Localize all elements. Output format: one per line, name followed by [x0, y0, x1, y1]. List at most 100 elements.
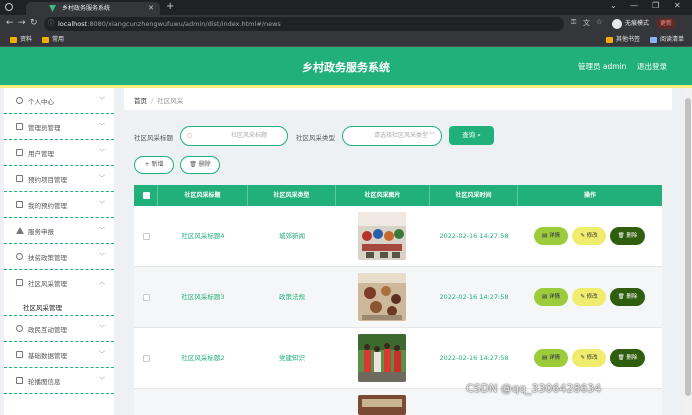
- chevron-down-icon: ﹀: [99, 325, 106, 332]
- bookmark-folder-other[interactable]: 其他书签: [606, 36, 640, 44]
- key-icon[interactable]: ⚿: [571, 18, 576, 27]
- sliders-icon: [16, 149, 23, 156]
- delete-button-label: 删除: [626, 233, 638, 239]
- sidebar-subitem-community-manage[interactable]: 社区风采管理: [4, 296, 114, 316]
- sidebar-item-my-appointments[interactable]: 我的预约管理 ﹀: [4, 192, 114, 218]
- cell-title: 社区风采标题4: [181, 232, 225, 240]
- reload-icon[interactable]: ↻: [30, 18, 38, 28]
- delete-button[interactable]: 🗑 删除: [610, 227, 645, 245]
- column-header-title: 社区风采标题: [158, 185, 248, 206]
- detail-button-label: 详情: [548, 355, 560, 361]
- row-checkbox[interactable]: [143, 294, 150, 301]
- logout-link[interactable]: 退出登录: [637, 61, 667, 72]
- delete-button[interactable]: 🗑 删除: [610, 288, 645, 306]
- cell-type: 党建知识: [279, 354, 305, 362]
- breadcrumb: 首页 / 社区风采: [134, 95, 183, 105]
- column-header-time: 社区风采时间: [430, 185, 518, 206]
- batch-delete-button[interactable]: 🗑 删除: [180, 156, 220, 174]
- chevron-down-icon: ﹀: [99, 97, 106, 104]
- community-photo: [358, 395, 406, 415]
- sidebar-item-admins[interactable]: 管理员管理 ﹀: [4, 114, 114, 140]
- sidebar-item-label: 个人中心: [28, 98, 54, 106]
- chevron-down-icon: ﹀: [99, 175, 106, 182]
- detail-button-label: 详情: [548, 233, 560, 239]
- bookmark-label: 其他书签: [616, 36, 641, 43]
- delete-button-label: 删除: [626, 355, 638, 361]
- sidebar-item-label: 扶贫政策管理: [28, 254, 67, 262]
- breadcrumb-separator: /: [151, 97, 154, 105]
- community-photo: [358, 212, 406, 260]
- forward-icon[interactable]: →: [18, 18, 26, 28]
- detail-button[interactable]: ▤ 详情: [534, 349, 568, 367]
- sidebar: 个人中心 ﹀ 管理员管理 ﹀ 用户管理 ﹀ 预约项目管理 ﹀ 我的预约管理 ﹀ 服务申报 ﹀…: [4, 88, 114, 415]
- sidebar-item-carousel[interactable]: 轮播图信息 ﹀: [4, 368, 114, 394]
- minimize-icon[interactable]: —: [630, 1, 638, 10]
- url-field[interactable]: ⓘ localhost:8080/xiangcunzhengwufuwu/adm…: [44, 17, 564, 31]
- chevron-down-icon: ﹀: [99, 227, 106, 234]
- close-window-icon[interactable]: ✕: [674, 1, 681, 10]
- sidebar-item-label: 轮播图信息: [28, 378, 61, 386]
- bookmarks-bar: 资料 常用 其他书签 阅读清单: [0, 33, 692, 47]
- document-icon: [16, 377, 23, 384]
- bookmark-label: 阅读清单: [660, 36, 685, 43]
- sidebar-item-profile[interactable]: 个人中心 ﹀: [4, 88, 114, 114]
- sidebar-item-appointment-projects[interactable]: 预约项目管理 ﹀: [4, 166, 114, 192]
- back-icon[interactable]: ←: [6, 18, 14, 28]
- type-select[interactable]: 请选择社区风采类型 ﹀: [342, 126, 442, 146]
- tab-search-icon[interactable]: ⌄: [610, 1, 617, 10]
- detail-button[interactable]: ▤ 详情: [534, 227, 568, 245]
- edit-button-label: 修改: [586, 355, 598, 361]
- page-scrollbar[interactable]: [684, 88, 692, 415]
- star-icon[interactable]: ☆: [596, 18, 602, 26]
- user-label: 管理员 admin: [578, 62, 627, 71]
- query-button[interactable]: 查询 ⌕: [449, 126, 494, 145]
- document-icon: ▤: [542, 294, 549, 300]
- info-icon[interactable]: ⓘ: [48, 17, 54, 31]
- incognito-icon: [612, 18, 622, 29]
- edit-button[interactable]: ✎ 修改: [572, 288, 606, 306]
- sidebar-item-users[interactable]: 用户管理 ﹀: [4, 140, 114, 166]
- sidebar-item-base-data[interactable]: 基础数据管理 ﹀: [4, 342, 114, 368]
- detail-button[interactable]: ▤ 详情: [534, 288, 568, 306]
- edit-button[interactable]: ✎ 修改: [572, 349, 606, 367]
- detail-button-label: 详情: [548, 294, 560, 300]
- browser-tab[interactable]: 乡村政务服务系统 ✕: [26, 2, 160, 15]
- select-all-checkbox[interactable]: [143, 192, 150, 199]
- sidebar-item-poverty-policy[interactable]: 扶贫政策管理 ﹀: [4, 244, 114, 270]
- browser-tab-title: 乡村政务服务系统: [62, 5, 111, 12]
- vue-favicon-icon: [49, 5, 56, 12]
- delete-button[interactable]: 🗑 删除: [610, 349, 645, 367]
- url-host: localhost: [58, 20, 88, 28]
- search-icon: ⌕: [477, 131, 481, 139]
- scrollbar-thumb[interactable]: [685, 98, 691, 396]
- translate-icon[interactable]: 文: [583, 18, 590, 28]
- chevron-up-icon: ︿: [99, 279, 106, 286]
- sidebar-item-community[interactable]: 社区风采管理 ︿: [4, 270, 114, 296]
- browser-menu-icon[interactable]: [5, 3, 13, 11]
- update-button[interactable]: 更新: [656, 18, 677, 29]
- column-header-actions: 操作: [583, 192, 596, 199]
- breadcrumb-home[interactable]: 首页: [134, 97, 147, 105]
- reading-list[interactable]: 阅读清单: [650, 36, 684, 44]
- trash-icon: 🗑: [189, 161, 199, 168]
- bookmark-folder[interactable]: 资料: [10, 36, 32, 44]
- title-search-input[interactable]: ○ 社区风采标题: [180, 126, 288, 146]
- row-checkbox[interactable]: [143, 355, 150, 362]
- sidebar-item-interaction[interactable]: 政民互动管理 ﹀: [4, 316, 114, 342]
- query-button-label: 查询: [462, 131, 476, 139]
- cell-type: 城郊新闻: [279, 232, 305, 240]
- row-checkbox[interactable]: [143, 233, 150, 240]
- restore-icon[interactable]: ❐: [652, 1, 659, 10]
- sidebar-item-service-declare[interactable]: 服务申报 ﹀: [4, 218, 114, 244]
- csdn-watermark: CSDN @qq_3306428634: [466, 382, 602, 395]
- edit-button[interactable]: ✎ 修改: [572, 227, 606, 245]
- chevron-down-icon: ﹀: [99, 253, 106, 260]
- sidebar-item-label: 我的预约管理: [28, 202, 67, 210]
- bookmark-folder[interactable]: 常用: [42, 36, 64, 44]
- new-tab-icon[interactable]: +: [166, 1, 174, 12]
- close-tab-icon[interactable]: ✕: [148, 2, 154, 15]
- cell-type: 政策法规: [279, 293, 305, 301]
- add-button[interactable]: + 新增: [134, 156, 174, 174]
- column-header-type: 社区风采类型: [248, 185, 336, 206]
- incognito-badge[interactable]: 无痕模式: [612, 18, 649, 29]
